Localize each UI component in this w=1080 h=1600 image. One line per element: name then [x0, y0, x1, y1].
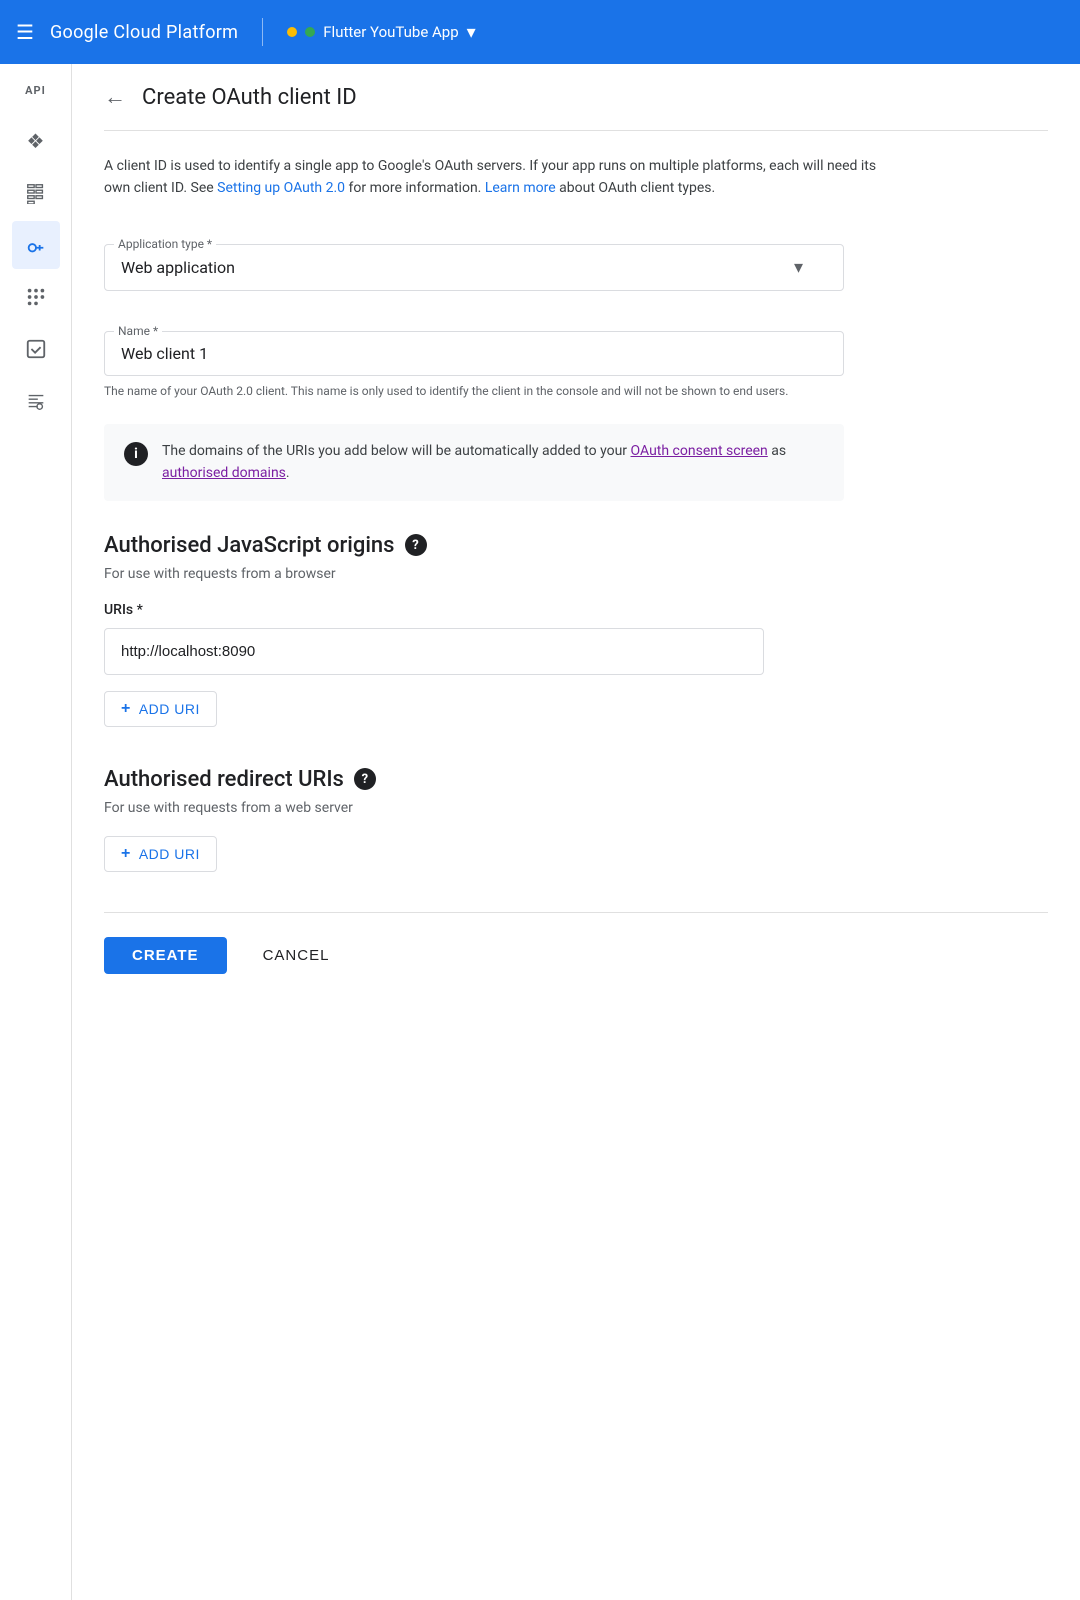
info-icon: i [124, 442, 148, 466]
project-dot-2 [305, 27, 315, 37]
consent-screen-link[interactable]: OAuth consent screen [631, 443, 768, 459]
sidebar: API ❖ [0, 64, 72, 1600]
add-uri-button-2[interactable]: + ADD URI [104, 836, 217, 872]
cancel-button[interactable]: CANCEL [243, 937, 350, 974]
chevron-down-icon: ▾ [467, 22, 476, 43]
uris-label: URIs * [104, 602, 1048, 618]
create-button[interactable]: CREATE [104, 937, 227, 974]
app-body: API ❖ [0, 64, 1080, 1600]
name-field-group: Name Web client 1 The name of your OAuth… [104, 315, 844, 400]
description-text: A client ID is used to identify a single… [104, 155, 884, 200]
header-divider [262, 18, 263, 46]
sidebar-icon-dots[interactable] [12, 273, 60, 321]
uri-input-1[interactable] [104, 628, 764, 675]
page-header: ← Create OAuth client ID [104, 64, 1048, 131]
sidebar-icon-check[interactable] [12, 325, 60, 373]
name-label: Name [114, 324, 162, 338]
project-dot-1 [287, 27, 297, 37]
js-origins-desc: For use with requests from a browser [104, 566, 1048, 582]
add-uri-label-2: ADD URI [139, 846, 200, 862]
top-header: ☰ Google Cloud Platform Flutter YouTube … [0, 0, 1080, 64]
redirect-uris-desc: For use with requests from a web server [104, 800, 1048, 816]
application-type-value: Web application [121, 258, 235, 277]
dropdown-arrow-icon: ▾ [794, 257, 803, 278]
api-label: API [25, 76, 46, 113]
info-box: i The domains of the URIs you add below … [104, 424, 844, 501]
application-type-label: Application type [114, 237, 216, 251]
add-uri-button-1[interactable]: + ADD URI [104, 691, 217, 727]
back-button[interactable]: ← [104, 84, 126, 110]
project-selector[interactable]: Flutter YouTube App ▾ [287, 22, 475, 43]
app-logo: Google Cloud Platform [50, 22, 238, 43]
sidebar-icon-grid[interactable]: ❖ [12, 117, 60, 165]
sidebar-icon-credentials[interactable] [12, 221, 60, 269]
setting-up-oauth-link[interactable]: Setting up OAuth 2.0 [217, 180, 345, 196]
sidebar-icon-settings[interactable] [12, 377, 60, 425]
sidebar-icon-dashboard[interactable] [12, 169, 60, 217]
redirect-uris-title: Authorised redirect URIs ? [104, 767, 1048, 792]
main-content: ← Create OAuth client ID A client ID is … [72, 64, 1080, 1600]
js-origins-section: Authorised JavaScript origins ? For use … [104, 533, 1048, 727]
authorised-domains-link[interactable]: authorised domains [162, 465, 286, 481]
js-origins-help-icon[interactable]: ? [405, 534, 427, 556]
info-text: The domains of the URIs you add below wi… [162, 440, 824, 485]
hamburger-icon[interactable]: ☰ [16, 20, 34, 44]
content-area: A client ID is used to identify a single… [104, 131, 1048, 974]
add-uri-label-1: ADD URI [139, 701, 200, 717]
application-type-select[interactable]: Web application ▾ [104, 244, 844, 291]
name-hint: The name of your OAuth 2.0 client. This … [104, 382, 844, 400]
name-input[interactable]: Web client 1 [104, 331, 844, 376]
application-type-field: Application type Web application ▾ [104, 228, 844, 291]
redirect-uris-section: Authorised redirect URIs ? For use with … [104, 767, 1048, 872]
bottom-actions: CREATE CANCEL [104, 912, 1048, 974]
learn-more-link[interactable]: Learn more [485, 180, 556, 196]
project-name: Flutter YouTube App [323, 23, 458, 41]
plus-icon-1: + [121, 700, 131, 718]
plus-icon-2: + [121, 845, 131, 863]
js-origins-title: Authorised JavaScript origins ? [104, 533, 1048, 558]
page-title: Create OAuth client ID [142, 85, 357, 110]
redirect-uris-help-icon[interactable]: ? [354, 768, 376, 790]
